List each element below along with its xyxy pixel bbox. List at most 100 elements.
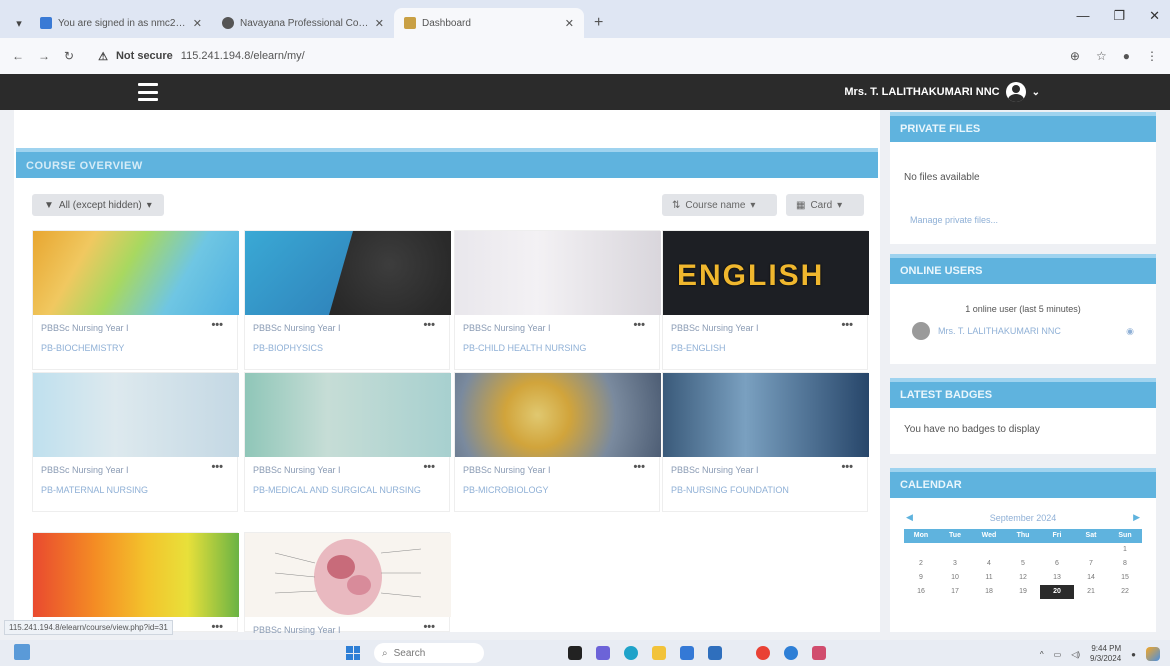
course-name-link[interactable]: PB-ENGLISH xyxy=(671,341,857,355)
profile-icon[interactable]: ● xyxy=(1123,49,1130,63)
calendar-day[interactable]: 4 xyxy=(972,557,1006,571)
calendar-day[interactable]: 22 xyxy=(1108,585,1142,599)
widgets-icon[interactable] xyxy=(14,644,30,660)
calendar-day[interactable]: 9 xyxy=(904,571,938,585)
course-name-link[interactable]: PB-NURSING FOUNDATION xyxy=(671,483,857,497)
eye-icon[interactable]: ◉ xyxy=(1126,326,1134,337)
back-icon[interactable]: ← xyxy=(12,49,24,63)
tab-2-close-icon[interactable]: ✕ xyxy=(375,17,384,30)
calendar-day[interactable]: 15 xyxy=(1108,571,1142,585)
volume-icon[interactable]: ◁) xyxy=(1071,650,1080,659)
course-image[interactable] xyxy=(245,373,451,457)
course-image[interactable]: ENGLISH xyxy=(663,231,869,315)
task-view-icon[interactable] xyxy=(568,646,582,660)
hamburger-menu-icon[interactable] xyxy=(138,83,158,101)
teams-icon[interactable] xyxy=(596,646,610,660)
course-card[interactable]: PBBSc Nursing Year I ••• PB-MEDICAL AND … xyxy=(244,372,451,512)
course-card[interactable]: PBBSc Nursing Year I ••• PB-BIOCHEMISTRY xyxy=(32,230,239,370)
course-actions-menu-icon[interactable]: ••• xyxy=(211,461,223,473)
calendar-day[interactable]: 17 xyxy=(938,585,972,599)
calendar-day[interactable]: 20 xyxy=(1040,585,1074,599)
course-card[interactable]: ENGLISH PBBSc Nursing Year I ••• PB-ENGL… xyxy=(662,230,869,370)
calendar-day[interactable]: 14 xyxy=(1074,571,1108,585)
course-actions-menu-icon[interactable]: ••• xyxy=(633,461,645,473)
course-image[interactable] xyxy=(455,231,661,315)
course-filter-dropdown[interactable]: ▼ All (except hidden) ▾ xyxy=(32,194,164,216)
tray-chevron-icon[interactable]: ^ xyxy=(1040,650,1044,659)
course-card[interactable]: PBBSc Nursing Year I ••• xyxy=(244,532,451,635)
restore-icon[interactable]: ❐ xyxy=(1113,8,1125,24)
course-actions-menu-icon[interactable]: ••• xyxy=(633,319,645,331)
course-actions-menu-icon[interactable]: ••• xyxy=(423,461,435,473)
chrome-icon[interactable] xyxy=(756,646,770,660)
browser-tab-3[interactable]: Dashboard ✕ xyxy=(394,8,584,38)
calendar-day[interactable]: 11 xyxy=(972,571,1006,585)
course-card[interactable]: ••• xyxy=(32,532,239,633)
user-name[interactable]: Mrs. T. LALITHAKUMARI NNC xyxy=(844,86,999,98)
previous-month-icon[interactable]: ◀ xyxy=(906,512,913,523)
tab-list-chevron-icon[interactable]: ▾ xyxy=(8,8,30,38)
calendar-day[interactable]: 1 xyxy=(1108,543,1142,557)
calendar-day[interactable]: 3 xyxy=(938,557,972,571)
course-name-link[interactable]: PB-BIOCHEMISTRY xyxy=(41,341,227,355)
course-card[interactable]: PBBSc Nursing Year I ••• PB-BIOPHYSICS xyxy=(244,230,451,370)
course-actions-menu-icon[interactable]: ••• xyxy=(211,621,223,633)
calendar-day[interactable]: 19 xyxy=(1006,585,1040,599)
course-image[interactable] xyxy=(245,231,451,315)
browser-tab-2[interactable]: Navayana Professional Colleges ✕ xyxy=(212,8,394,38)
tab-3-close-icon[interactable]: ✕ xyxy=(565,17,574,30)
system-clock[interactable]: 9:44 PM 9/3/2024 xyxy=(1090,644,1121,664)
course-image[interactable] xyxy=(663,373,869,457)
windows-start-icon[interactable] xyxy=(346,646,360,660)
course-name-link[interactable]: PB-BIOPHYSICS xyxy=(253,341,439,355)
copilot-icon[interactable] xyxy=(1146,647,1160,661)
course-actions-menu-icon[interactable]: ••• xyxy=(211,319,223,331)
course-card[interactable]: PBBSc Nursing Year I ••• PB-CHILD HEALTH… xyxy=(454,230,661,370)
close-window-icon[interactable]: ✕ xyxy=(1149,8,1160,24)
user-menu[interactable]: Mrs. T. LALITHAKUMARI NNC ⌄ xyxy=(844,82,1040,102)
calendar-day[interactable]: 10 xyxy=(938,571,972,585)
bookmark-star-icon[interactable]: ☆ xyxy=(1096,49,1107,63)
calendar-day[interactable]: 2 xyxy=(904,557,938,571)
course-name-link[interactable]: PB-MEDICAL AND SURGICAL NURSING xyxy=(253,483,439,497)
calendar-day[interactable]: 21 xyxy=(1074,585,1108,599)
course-image[interactable] xyxy=(33,373,239,457)
view-mode-dropdown[interactable]: ▦ Card ▾ xyxy=(786,194,864,216)
calendar-day[interactable]: 8 xyxy=(1108,557,1142,571)
mail-icon[interactable] xyxy=(708,646,722,660)
url-text[interactable]: 115.241.194.8/elearn/my/ xyxy=(181,50,305,62)
course-image[interactable] xyxy=(33,231,239,315)
calendar-day[interactable]: 13 xyxy=(1040,571,1074,585)
not-secure-label[interactable]: Not secure xyxy=(116,50,173,62)
course-image[interactable] xyxy=(33,533,239,617)
sort-dropdown[interactable]: ⇅ Course name ▾ xyxy=(662,194,777,216)
browser-tab-1[interactable]: You are signed in as nmc2024 ✕ xyxy=(30,8,212,38)
translate-icon[interactable]: ⊕ xyxy=(1070,49,1080,63)
store-icon[interactable] xyxy=(680,646,694,660)
file-explorer-icon[interactable] xyxy=(652,646,666,660)
app-icon-1[interactable] xyxy=(784,646,798,660)
reload-icon[interactable]: ↻ xyxy=(64,49,74,63)
manage-private-files-link[interactable]: Manage private files... xyxy=(890,209,1156,231)
course-actions-menu-icon[interactable]: ••• xyxy=(841,319,853,331)
user-avatar-icon[interactable] xyxy=(1005,82,1026,102)
online-user-name[interactable]: Mrs. T. LALITHAKUMARI NNC xyxy=(938,326,1061,336)
calendar-day[interactable]: 18 xyxy=(972,585,1006,599)
forward-icon[interactable]: → xyxy=(38,49,50,63)
course-card[interactable]: PBBSc Nursing Year I ••• PB-MATERNAL NUR… xyxy=(32,372,239,512)
course-image[interactable] xyxy=(245,533,451,617)
calendar-day[interactable]: 12 xyxy=(1006,571,1040,585)
edge-icon[interactable] xyxy=(624,646,638,660)
course-name-link[interactable]: PB-MICROBIOLOGY xyxy=(463,483,649,497)
next-month-icon[interactable]: ▶ xyxy=(1133,512,1140,523)
course-actions-menu-icon[interactable]: ••• xyxy=(841,461,853,473)
notification-bell-icon[interactable]: ● xyxy=(1131,650,1136,659)
course-name-link[interactable]: PB-MATERNAL NURSING xyxy=(41,483,227,497)
browser-menu-icon[interactable]: ⋮ xyxy=(1146,49,1158,63)
chevron-down-icon[interactable]: ⌄ xyxy=(1032,87,1040,98)
url-box[interactable]: ⚠ Not secure 115.241.194.8/elearn/my/ xyxy=(88,44,1056,68)
new-tab-button[interactable]: + xyxy=(584,8,613,38)
minimize-icon[interactable]: — xyxy=(1076,8,1089,24)
taskbar-search[interactable]: ⌕ Search xyxy=(374,643,484,663)
course-card[interactable]: PBBSc Nursing Year I ••• PB-NURSING FOUN… xyxy=(662,372,869,512)
